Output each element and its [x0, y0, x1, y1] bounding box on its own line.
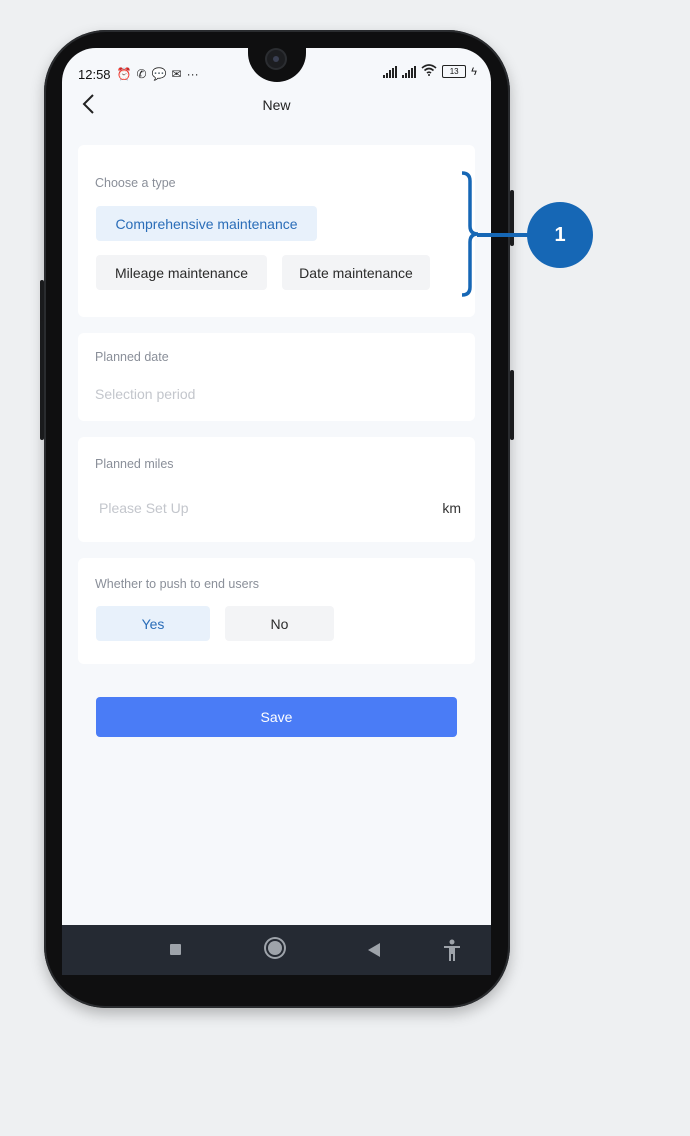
status-right: 13 ϟ	[383, 64, 477, 79]
page-title: New	[262, 97, 291, 113]
whatsapp-icon: ✆	[136, 67, 147, 81]
date-label: Planned date	[95, 350, 169, 364]
system-nav-bar	[62, 925, 491, 975]
miles-card: Planned miles Please Set Up km	[78, 437, 475, 542]
app-screen: 12:58 ⏰ ✆ 💬 ✉ ··· 13 ϟ New Choose a type…	[62, 48, 491, 925]
accessibility-icon[interactable]	[442, 939, 462, 963]
push-option-no[interactable]: No	[225, 606, 334, 641]
power-button	[510, 190, 514, 246]
type-option-mileage[interactable]: Mileage maintenance	[96, 255, 267, 290]
date-card: Planned date Selection period	[78, 333, 475, 421]
chat-icon: 💬	[151, 67, 167, 81]
battery-icon: 13	[442, 65, 467, 78]
alarm-icon: ⏰	[116, 67, 132, 81]
push-card: Whether to push to end users Yes No	[78, 558, 475, 664]
push-label: Whether to push to end users	[95, 577, 259, 591]
side-button	[40, 320, 44, 440]
callout-bracket	[461, 171, 479, 297]
wifi-icon	[421, 64, 437, 79]
type-option-date[interactable]: Date maintenance	[282, 255, 430, 290]
date-field[interactable]: Selection period	[95, 386, 195, 402]
miles-input[interactable]: Please Set Up	[99, 500, 189, 516]
signal-icon-2	[402, 65, 417, 78]
type-option-comprehensive[interactable]: Comprehensive maintenance	[96, 206, 317, 241]
miles-unit: km	[442, 500, 461, 516]
recent-apps-icon[interactable]	[170, 944, 181, 955]
home-icon[interactable]	[268, 941, 282, 955]
front-camera	[267, 50, 285, 68]
side-button-right	[510, 370, 514, 440]
push-option-yes[interactable]: Yes	[96, 606, 210, 641]
callout-line	[477, 233, 529, 237]
status-time: 12:58	[78, 66, 111, 82]
save-button[interactable]: Save	[96, 697, 457, 737]
miles-label: Planned miles	[95, 457, 174, 471]
type-card: Choose a type Comprehensive maintenance …	[78, 145, 475, 317]
mail-icon: ✉	[171, 67, 182, 81]
type-label: Choose a type	[95, 176, 176, 190]
nav-back-icon[interactable]	[368, 943, 380, 957]
app-header: New	[62, 90, 491, 120]
charging-icon: ϟ	[471, 65, 477, 78]
callout-badge: 1	[527, 202, 593, 268]
signal-icon	[383, 65, 398, 78]
more-icon: ···	[186, 67, 199, 81]
